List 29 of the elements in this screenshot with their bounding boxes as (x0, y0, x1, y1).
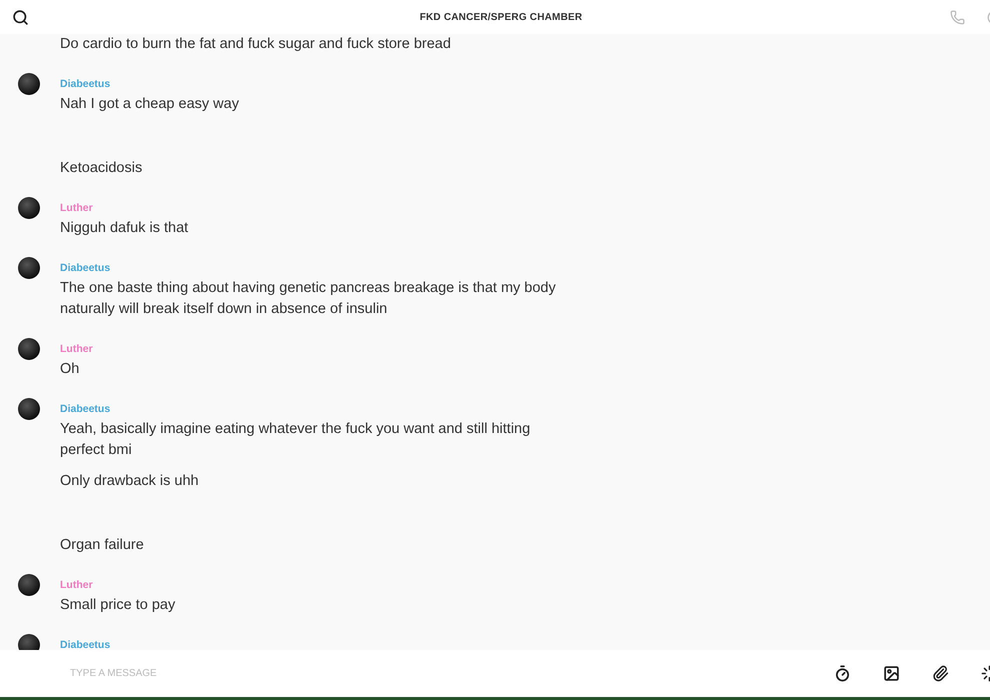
message-text: Small price to pay (60, 596, 176, 615)
timer-icon[interactable] (834, 665, 851, 682)
message-text: The one baste thing about having genetic pancreas breakage is that my body naturally will break itself down in absence of insulin (60, 279, 557, 319)
message-text: Yeah, basically imagine eating whatever the fuck you want and still hitting perfect bmi (60, 420, 532, 460)
sender-name: Luther (60, 342, 94, 356)
avatar (18, 398, 40, 420)
message-text: Only drawback is uhh (60, 472, 200, 491)
sender-name: Diabeetus (60, 77, 112, 91)
sender-name: Luther (60, 201, 94, 215)
avatar (18, 574, 40, 596)
avatar (18, 197, 40, 219)
sender-name: Diabeetus (60, 402, 112, 416)
image-icon[interactable] (883, 665, 900, 682)
message-text: Organ failure (60, 536, 145, 555)
paperclip-icon[interactable] (932, 665, 949, 682)
sender-name: Diabeetus (60, 261, 112, 275)
message-text: Ketoacidosis (60, 159, 144, 178)
avatar (18, 338, 40, 360)
search-icon[interactable] (12, 8, 29, 26)
avatar (18, 257, 40, 279)
chat-title: FKD CANCER/SPERG CHAMBER (420, 12, 582, 22)
message-text: Oh (60, 360, 80, 379)
avatar (18, 634, 40, 650)
message-text: Nah I got a cheap easy way (60, 95, 240, 114)
message-text: Do cardio to burn the fat and fuck sugar and fuck store bread (60, 35, 452, 54)
avatar (18, 73, 40, 95)
sender-name: Luther (60, 578, 94, 592)
sender-name: Diabeetus (60, 638, 112, 650)
message-text: Nigguh dafuk is that (60, 219, 190, 238)
